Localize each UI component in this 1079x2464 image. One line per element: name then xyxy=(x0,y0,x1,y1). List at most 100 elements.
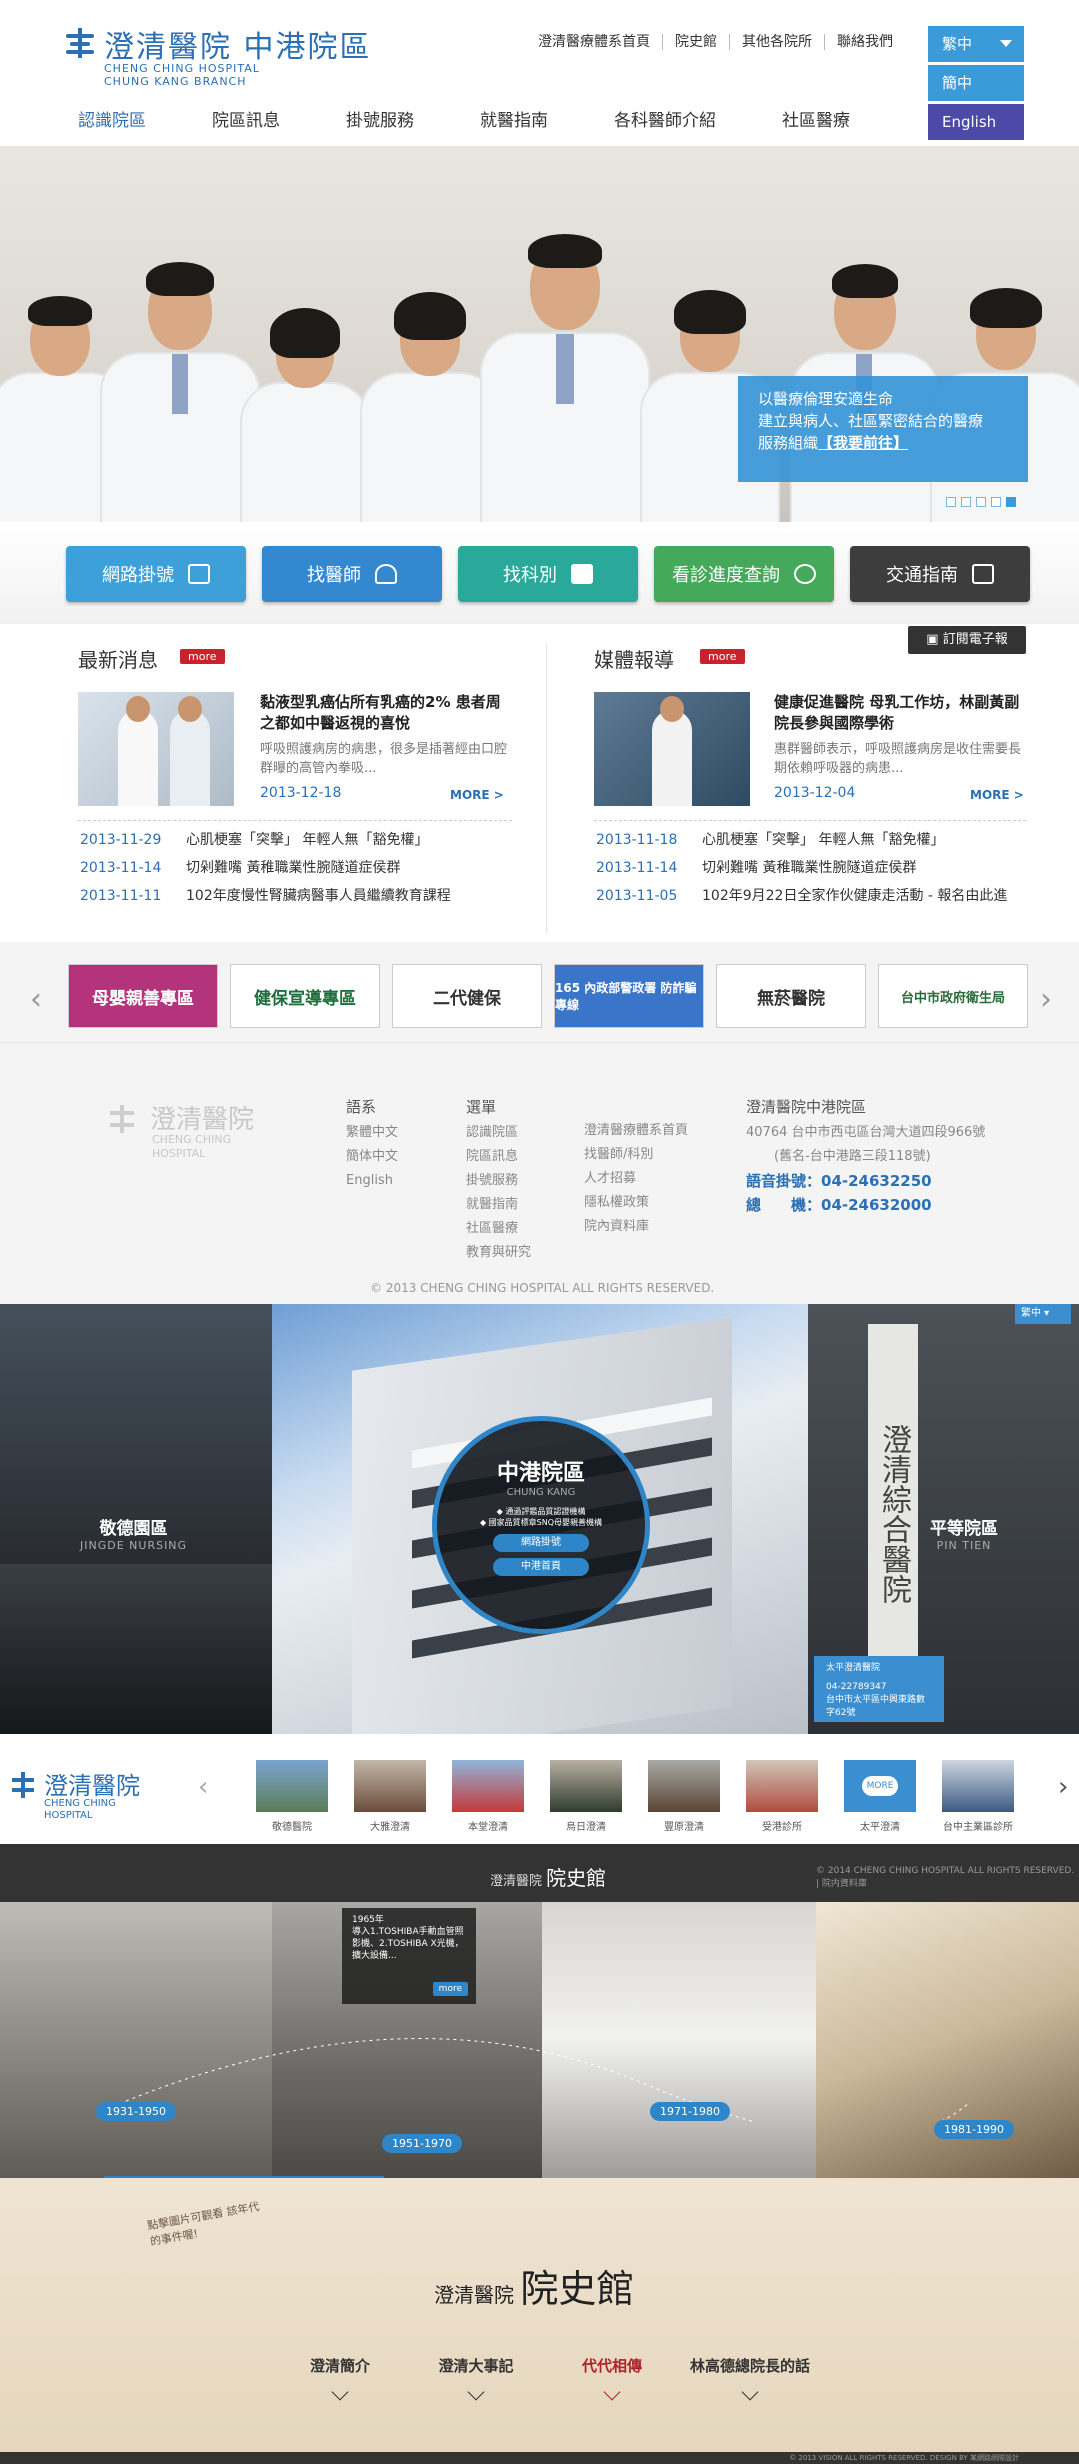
campus-lang-label: 繁中 xyxy=(1021,1308,1041,1319)
hero-go-link[interactable]: 【我要前往】 xyxy=(818,434,908,452)
branch-more-button[interactable]: MORE xyxy=(862,1776,898,1796)
list-item[interactable]: 2013-11-18 心肌梗塞「突擊」 年輕人無「豁免權」 xyxy=(596,826,1007,854)
top-link-contact[interactable]: 聯絡我們 xyxy=(825,34,905,50)
banner-no-smoking[interactable]: 無菸醫院 xyxy=(716,964,866,1028)
branch-item[interactable]: 敬德醫院 xyxy=(256,1760,328,1834)
find-department-button[interactable]: 找科別 xyxy=(458,546,638,602)
slide-dot-5[interactable] xyxy=(1006,497,1016,507)
footer-menu2-item[interactable]: 人才招募 xyxy=(584,1167,688,1191)
branch-logo[interactable]: 澄清醫院 xyxy=(44,1766,140,1801)
museum-bar-copyright-text: © 2014 CHENG CHING HOSPITAL ALL RIGHTS R… xyxy=(816,1866,1075,1876)
year-1971[interactable]: 1971-1980 xyxy=(650,2102,730,2121)
chevron-left-icon[interactable]: ‹ xyxy=(30,982,42,1017)
footer-menu-item[interactable]: 就醫指南 xyxy=(466,1193,531,1217)
top-link-home[interactable]: 澄清醫療體系首頁 xyxy=(538,34,663,50)
campus-lang-select[interactable]: 繁中 ▾ xyxy=(1015,1304,1071,1324)
hospital-logo-icon[interactable] xyxy=(66,28,94,58)
campus-home-button[interactable]: 中港首頁 xyxy=(493,1558,589,1576)
campus-jingde-en: JINGDE NURSING xyxy=(80,1539,188,1552)
banner-mombaby[interactable]: 母嬰親善專區 xyxy=(68,964,218,1028)
footer-menu2-item[interactable]: 院內資料庫 xyxy=(584,1215,688,1239)
slide-dot-2[interactable] xyxy=(961,497,971,507)
lang-zh-cn[interactable]: 簡中 xyxy=(928,65,1024,101)
banner-nhi[interactable]: 健保宣導專區 xyxy=(230,964,380,1028)
year-1951[interactable]: 1951-1970 xyxy=(382,2134,462,2153)
hospital-sign: 澄清綜合醫院 xyxy=(868,1324,918,1704)
banner-taichung-health[interactable]: 台中市政府衛生局 xyxy=(878,964,1028,1028)
slide-dot-4[interactable] xyxy=(991,497,1001,507)
list-item[interactable]: 2013-11-14 切剁難嘴 黃稚職業性腕隧道症侯群 xyxy=(596,854,1007,882)
campus-register-button[interactable]: 網路掛號 xyxy=(493,1534,589,1552)
nav-registration[interactable]: 掛號服務 xyxy=(346,106,414,131)
footer-menu-item[interactable]: 院區訊息 xyxy=(466,1145,531,1169)
site-header: 澄清醫院 中港院區 CHENG CHING HOSPITAL CHUNG KAN… xyxy=(0,0,1079,146)
nav-community[interactable]: 社區醫療 xyxy=(782,106,850,131)
footer-menu2-item[interactable]: 隱私權政策 xyxy=(584,1191,688,1215)
slide-dot-3[interactable] xyxy=(976,497,986,507)
year-1931[interactable]: 1931-1950 xyxy=(96,2102,176,2121)
branch-item[interactable]: 台中主業區診所 xyxy=(942,1760,1014,1834)
year-1981[interactable]: 1981-1990 xyxy=(934,2120,1014,2139)
branch-item[interactable]: 豐原澄清 xyxy=(648,1760,720,1834)
media-thumbnail[interactable] xyxy=(594,692,750,806)
chevron-down-icon xyxy=(603,2383,621,2401)
media-featured-more[interactable]: MORE > xyxy=(970,788,1024,802)
nav-news[interactable]: 院區訊息 xyxy=(212,106,280,131)
news-thumbnail[interactable] xyxy=(78,692,234,806)
chevron-right-icon[interactable]: › xyxy=(1058,1772,1068,1802)
footer-lang-item[interactable]: 繁體中文 xyxy=(346,1121,398,1145)
footer-menu-item[interactable]: 掛號服務 xyxy=(466,1169,531,1193)
museum-nav-events[interactable]: 澄清大事記 xyxy=(426,2355,526,2401)
news-featured-title[interactable]: 黏液型乳癌佔所有乳癌的2% 患者周之都如中醫返視的喜悅 xyxy=(260,692,512,734)
footer-contact-heading: 澄清醫院中港院區 xyxy=(746,1098,867,1116)
footer-menu2-item[interactable]: 澄清醫療體系首頁 xyxy=(584,1119,688,1143)
media-list: 2013-11-18 心肌梗塞「突擊」 年輕人無「豁免權」 2013-11-14 切… xyxy=(596,826,1007,910)
news-featured-more[interactable]: MORE > xyxy=(450,788,504,802)
media-featured-title[interactable]: 健康促進醫院 母乳工作坊，林副黃副院長參與國際學術 xyxy=(774,692,1026,734)
list-item[interactable]: 2013-11-29 心肌梗塞「突擊」 年輕人無「豁免權」 xyxy=(80,826,451,854)
footer-menu2-item[interactable]: 找醫師/科別 xyxy=(584,1143,688,1167)
list-item[interactable]: 2013-11-14 切剁難嘴 黃稚職業性腕隧道症侯群 xyxy=(80,854,451,882)
branch-item[interactable]: MORE 太平澄清 xyxy=(844,1760,916,1834)
slide-dot-1[interactable] xyxy=(946,497,956,507)
chevron-left-icon[interactable]: ‹ xyxy=(198,1772,208,1802)
branch-item[interactable]: 受港診所 xyxy=(746,1760,818,1834)
museum-nav-heritage[interactable]: 代代相傳 xyxy=(562,2355,662,2401)
campus-jingde-label[interactable]: 敬德園區 JINGDE NURSING xyxy=(80,1514,187,1552)
online-registration-button[interactable]: 網路掛號 xyxy=(66,546,246,602)
footer-lang-item[interactable]: 簡体中文 xyxy=(346,1145,398,1169)
branch-item[interactable]: 烏日澄清 xyxy=(550,1760,622,1834)
footer-menu-item[interactable]: 社區醫療 xyxy=(466,1217,531,1241)
subscribe-newsletter-button[interactable]: ▣ 訂閱電子報 xyxy=(908,626,1026,654)
history-note-more[interactable]: more xyxy=(432,1982,468,1996)
lang-zh-tw[interactable]: 繁中 xyxy=(928,26,1024,62)
list-item[interactable]: 2013-11-05 102年9月22日全家作伙健康走活動 - 報名由此進 xyxy=(596,882,1007,910)
media-more-button[interactable]: more xyxy=(700,649,745,664)
museum-bar-link[interactable]: 院内資料庫 xyxy=(822,1879,867,1889)
footer-lang-item[interactable]: English xyxy=(346,1169,398,1193)
footer-switchboard: 總 機：04-24632000 xyxy=(746,1196,932,1214)
banner-165[interactable]: 165 內政部警政署 防詐騙專線 xyxy=(554,964,704,1028)
top-link-others[interactable]: 其他各院所 xyxy=(730,34,825,50)
list-item[interactable]: 2013-11-11 102年度慢性腎臟病醫事人員繼續教育課程 xyxy=(80,882,451,910)
museum-nav-president[interactable]: 林高德總院長的話 xyxy=(680,2355,820,2401)
footer-menu-item[interactable]: 教育與研究 xyxy=(466,1241,531,1265)
lang-en[interactable]: English xyxy=(928,104,1024,140)
traffic-guide-button[interactable]: 交通指南 xyxy=(850,546,1030,602)
branch-item[interactable]: 大雅澄清 xyxy=(354,1760,426,1834)
news-more-button[interactable]: more xyxy=(180,649,225,664)
nav-doctors[interactable]: 各科醫師介紹 xyxy=(614,106,716,131)
museum-bar-title[interactable]: 澄清醫院 院史館 xyxy=(490,1862,606,1891)
campus-pintien-label[interactable]: 平等院區 PIN TIEN xyxy=(930,1514,998,1552)
nav-about[interactable]: 認識院區 xyxy=(78,106,146,131)
logo-title[interactable]: 澄清醫院 中港院區 xyxy=(104,22,372,66)
clinic-progress-button[interactable]: 看診進度查詢 xyxy=(654,546,834,602)
find-doctor-button[interactable]: 找醫師 xyxy=(262,546,442,602)
nav-guide[interactable]: 就醫指南 xyxy=(480,106,548,131)
top-link-museum[interactable]: 院史館 xyxy=(663,34,730,50)
museum-nav-intro[interactable]: 澄清簡介 xyxy=(300,2355,380,2401)
branch-item[interactable]: 本堂澄清 xyxy=(452,1760,524,1834)
footer-menu-item[interactable]: 認識院區 xyxy=(466,1121,531,1145)
chevron-right-icon[interactable]: › xyxy=(1040,982,1052,1017)
banner-2nd-nhi[interactable]: 二代健保 xyxy=(392,964,542,1028)
